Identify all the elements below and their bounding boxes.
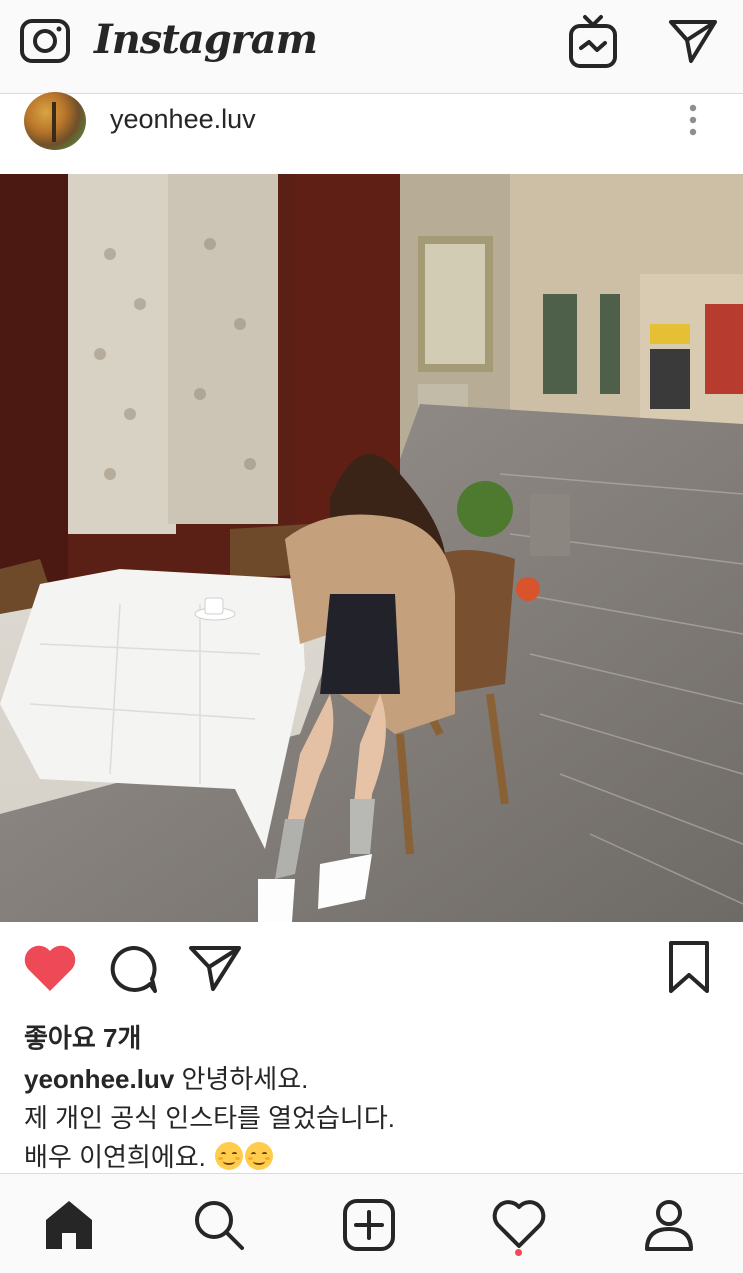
post-username[interactable]: yeonhee.luv bbox=[110, 104, 256, 135]
add-post-icon[interactable] bbox=[342, 1198, 396, 1252]
smiling-face-icon bbox=[215, 1142, 244, 1170]
profile-icon[interactable] bbox=[642, 1198, 696, 1252]
post-header: yeonhee.luv bbox=[0, 92, 743, 174]
instagram-logo: Instagram bbox=[94, 16, 318, 63]
search-icon[interactable] bbox=[192, 1198, 246, 1252]
activity-heart-icon[interactable] bbox=[492, 1198, 546, 1252]
camera-icon[interactable] bbox=[20, 18, 70, 64]
avatar[interactable] bbox=[24, 92, 86, 150]
heart-filled-icon[interactable] bbox=[22, 944, 78, 994]
direct-message-icon[interactable] bbox=[668, 18, 718, 64]
caption-username[interactable]: yeonhee.luv bbox=[24, 1064, 174, 1094]
post-action-bar bbox=[0, 922, 743, 1012]
caption-text-1: 안녕하세요. bbox=[181, 1064, 309, 1094]
comment-icon[interactable] bbox=[106, 944, 160, 994]
bottom-navigation bbox=[0, 1173, 743, 1273]
bookmark-icon[interactable] bbox=[666, 940, 712, 994]
caption-text-3: 배우 이연희에요. bbox=[24, 1142, 206, 1172]
post-caption: yeonhee.luv 안녕하세요. 제 개인 공식 인스타를 열었습니다. 배… bbox=[24, 1060, 724, 1177]
igtv-icon[interactable] bbox=[568, 14, 618, 68]
activity-notification-dot bbox=[515, 1249, 522, 1256]
caption-text-2: 제 개인 공식 인스타를 열었습니다. bbox=[24, 1103, 395, 1133]
top-app-bar: Instagram bbox=[0, 0, 743, 94]
caption-line-3: 배우 이연희에요. bbox=[24, 1138, 724, 1177]
home-icon[interactable] bbox=[42, 1198, 96, 1252]
share-icon[interactable] bbox=[188, 944, 242, 992]
likes-count[interactable]: 좋아요 7개 bbox=[24, 1018, 141, 1055]
caption-line-1: yeonhee.luv 안녕하세요. bbox=[24, 1060, 724, 1099]
post-photo[interactable] bbox=[0, 174, 743, 922]
smiling-face-icon bbox=[245, 1142, 274, 1170]
more-vertical-icon[interactable] bbox=[683, 102, 703, 142]
